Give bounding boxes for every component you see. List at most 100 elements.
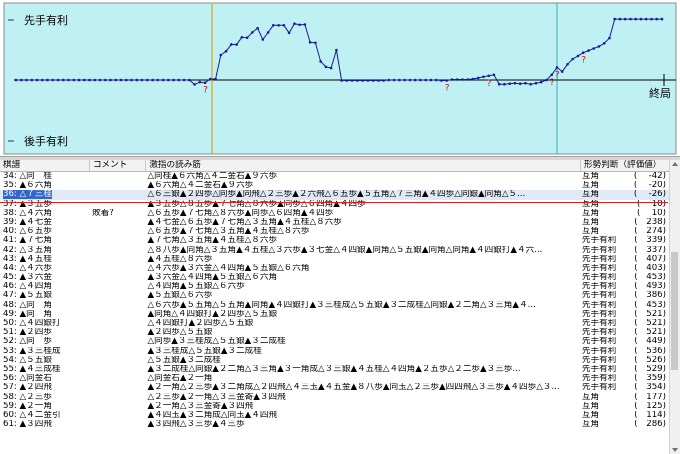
table-row[interactable]: 38: △４六角 敗着? △６五歩▲７七角△８六歩▲同歩△６四角▲４四歩 互角 ( 10… bbox=[0, 209, 670, 218]
header-pv[interactable]: 激指の読み筋 bbox=[146, 160, 582, 171]
move-cell: 38: △４六角 bbox=[3, 208, 52, 218]
pv-cell: △同歩▲３三桂成△５五銀▲３二成桂 bbox=[147, 337, 286, 347]
comment-cell bbox=[89, 255, 144, 264]
table-row[interactable]: 40: △６五歩 △６五歩▲７七角△３五角▲４五桂△８六歩 互角 ( 274) bbox=[0, 227, 670, 236]
table-row[interactable]: 44: △４六歩 △４六歩▲３六金△４四角▲５五銀△６六角 先手有利 ( 403) bbox=[0, 264, 670, 273]
table-row[interactable]: 55: ▲４三成桂 ▲３二成桂△同銀▲２二角△３三角▲３一角成△３三銀▲４五桂△４… bbox=[0, 365, 670, 374]
table-row[interactable]: 56: △同金右 △同金右▲２一角 先手有利 ( 359) bbox=[0, 374, 670, 383]
evaluation-point bbox=[188, 78, 191, 82]
judgement-cell: 互角 bbox=[581, 392, 600, 402]
evaluation-point bbox=[513, 81, 517, 85]
table-row[interactable]: 37: ▲３五歩 ▲３五歩△８五歩▲７七角△８六歩▲同歩△６四角▲４四歩 互角 ( 1… bbox=[0, 200, 670, 209]
evaluation-point bbox=[466, 78, 470, 81]
vertical-scrollbar[interactable] bbox=[669, 160, 680, 454]
pv-cell: ▲７七角△３五角▲４五桂△８六歩 bbox=[147, 236, 278, 246]
pv-cell: ▲２一角△２三歩▲３二角成△２四飛△４三玉▲４五金▲８八歩▲同玉△２三歩▲四四飛… bbox=[147, 383, 560, 393]
evaluation-point bbox=[151, 78, 154, 82]
evaluation-graph-canvas[interactable]: ?????? 先手有利 後手有利 終局 bbox=[0, 0, 680, 156]
eval-cell: ( 453) bbox=[634, 273, 666, 283]
table-row[interactable]: 50: △４四銀打 △４四銀打▲２四歩△５五銀 先手有利 ( 521) bbox=[0, 319, 670, 328]
comment-cell bbox=[89, 172, 144, 181]
header-comment[interactable]: コメント bbox=[90, 160, 147, 171]
evaluation-point bbox=[266, 31, 270, 34]
evaluation-point bbox=[140, 78, 144, 82]
evaluation-point bbox=[20, 78, 23, 82]
table-row[interactable]: 39: ▲４七金 ▲４七金△６五歩▲７七角△３五角▲４五桂△８六歩 互角 ( 238) bbox=[0, 218, 670, 227]
comment-cell bbox=[89, 264, 144, 273]
scrollbar-thumb[interactable] bbox=[671, 252, 678, 370]
table-row[interactable]: 52: △同 歩 △同歩▲３三桂成△５五銀▲３二成桂 先手有利 ( 449) bbox=[0, 337, 670, 346]
table-row[interactable]: 51: ▲２四歩 ▲２四歩△５五銀 先手有利 ( 521) bbox=[0, 328, 670, 337]
evaluation-point bbox=[135, 78, 139, 82]
eval-cell: ( -26) bbox=[633, 190, 666, 200]
judgement-cell: 先手有利 bbox=[581, 355, 617, 365]
table-row[interactable]: 43: ▲４五桂 ▲４五桂△８六歩 先手有利 ( 407) bbox=[0, 255, 670, 264]
move-cell: 41: ▲７七角 bbox=[3, 236, 52, 246]
table-row[interactable]: 35: ▲６六角 ▲６六角△４二金右▲９六歩 互角 ( -20) bbox=[0, 181, 670, 190]
evaluation-point bbox=[193, 83, 196, 86]
table-row[interactable]: 42: △３五角 △８八歩▲同角△３五角▲４五桂△３六歩▲３七金△４四銀▲同角△５… bbox=[0, 246, 670, 255]
eval-cell: ( 337) bbox=[634, 245, 666, 255]
judgement-cell: 先手有利 bbox=[581, 282, 617, 292]
judgement-cell: 先手有利 bbox=[581, 328, 617, 338]
eval-cell: ( 453) bbox=[634, 300, 666, 310]
questionable-move-marker: ? bbox=[203, 86, 208, 96]
evaluation-point bbox=[308, 41, 312, 44]
evaluation-point bbox=[245, 36, 249, 39]
evaluation-point bbox=[392, 78, 396, 82]
table-row[interactable]: 34: △同 桂 △同桂▲６六角△４二金右▲９六歩 互角 ( -42) bbox=[0, 172, 670, 181]
evaluation-point bbox=[156, 78, 160, 82]
pv-cell: △４四銀打▲２四歩△５五銀 bbox=[147, 319, 254, 328]
evaluation-point bbox=[172, 78, 175, 82]
table-row[interactable]: 49: ▲同 角 ▲同角△４四銀打▲２四歩△５五銀 先手有利 ( 521) bbox=[0, 310, 670, 319]
header-move[interactable]: 棋譜 bbox=[0, 160, 90, 171]
table-row[interactable]: 59: ▲２一角 ▲２一角△３三金寄▲３四飛 互角 ( 125) bbox=[0, 402, 670, 411]
evaluation-point bbox=[545, 78, 548, 82]
judgement-cell: 先手有利 bbox=[581, 300, 617, 310]
comment-cell bbox=[89, 319, 144, 328]
pv-cell: ▲４七金△６五歩▲７七角△３五角▲４五桂△８六歩 bbox=[147, 217, 342, 227]
pv-cell: ▲４四玉▲３二角成△同玉▲４四飛 bbox=[147, 410, 278, 420]
table-row[interactable]: 58: △２三歩 △２三歩▲２一角△３三金寄▲３四飛 互角 ( 177) bbox=[0, 393, 670, 402]
evaluation-point bbox=[518, 82, 522, 85]
questionable-move-marker: ? bbox=[445, 84, 450, 94]
scroll-up-icon[interactable] bbox=[672, 162, 678, 166]
pv-cell: ▲５五銀△６六歩 bbox=[147, 291, 213, 301]
judgement-cell: 先手有利 bbox=[581, 309, 617, 319]
evaluation-point bbox=[209, 77, 212, 81]
table-row[interactable]: 47: ▲５五銀 ▲５五銀△６六歩 先手有利 ( 386) bbox=[0, 291, 670, 300]
pv-cell: △６五歩▲７七角△３五角▲４五桂△８六歩 bbox=[147, 227, 310, 237]
table-row[interactable]: 36: △７三桂 △６三銀▲２四歩△同歩▲同飛△２三歩▲２六飛△６五歩▲５五角△７… bbox=[0, 190, 670, 200]
judgement-cell: 互角 bbox=[581, 181, 600, 191]
evaluation-point bbox=[608, 36, 611, 40]
move-table[interactable]: 棋譜 コメント 激指の読み筋 形勢判断（評価値） 34: △同 桂 △同桂▲６六角… bbox=[0, 160, 670, 454]
eval-cell: ( 359) bbox=[634, 374, 666, 384]
header-judgement[interactable]: 形勢判断（評価値） bbox=[581, 160, 670, 171]
evaluation-point bbox=[650, 17, 653, 21]
evaluation-point bbox=[177, 78, 181, 82]
table-row[interactable]: 61: ▲３四飛 ▲３四飛△３三歩▲４三歩 互角 ( 286) bbox=[0, 420, 670, 429]
evaluation-point bbox=[340, 79, 343, 82]
evaluation-point bbox=[602, 42, 606, 45]
table-row[interactable]: 57: ▲２四飛 ▲２一角△２三歩▲３二角成△２四飛△４三玉▲４五金▲８八歩▲同玉… bbox=[0, 383, 670, 392]
eval-cell: ( 521) bbox=[634, 309, 666, 319]
current-row-indicator bbox=[0, 202, 668, 203]
table-row[interactable]: 54: △５五銀 △５五銀▲３二成桂 先手有利 ( 526) bbox=[0, 356, 670, 365]
evaluation-point bbox=[534, 81, 538, 85]
table-row[interactable]: 46: △４四角 △４四角▲５五銀△６六歩 先手有利 ( 493) bbox=[0, 282, 670, 291]
evaluation-point bbox=[529, 82, 532, 86]
table-row[interactable]: 53: ▲３三桂成 ▲３三桂成△５五銀▲３二成桂 先手有利 ( 536) bbox=[0, 347, 670, 356]
table-row[interactable]: 60: △４二金引 ▲４四玉▲３二角成△同玉▲４四飛 互角 ( 114) bbox=[0, 411, 670, 420]
evaluation-point bbox=[366, 79, 370, 82]
pv-cell: ▲４五桂△８六歩 bbox=[147, 254, 213, 264]
evaluation-point bbox=[634, 17, 637, 21]
evaluation-point bbox=[282, 24, 286, 27]
table-row[interactable]: 45: ▲３六金 ▲３六金△４四角▲５五銀△６六角 先手有利 ( 453) bbox=[0, 273, 670, 282]
scroll-down-icon[interactable] bbox=[672, 448, 678, 452]
evaluation-graph[interactable]: ?????? 先手有利 後手有利 終局 bbox=[0, 0, 680, 156]
evaluation-point bbox=[613, 17, 616, 21]
comment-cell bbox=[89, 310, 144, 319]
evaluation-point bbox=[361, 79, 364, 82]
table-row[interactable]: 41: ▲７七角 ▲７七角△３五角▲４五桂△８六歩 先手有利 ( 339) bbox=[0, 236, 670, 245]
table-row[interactable]: 48: △同 角 △６六歩▲５五角△５五角▲同角▲４四銀打▲３三桂成△５五銀▲３二… bbox=[0, 301, 670, 310]
